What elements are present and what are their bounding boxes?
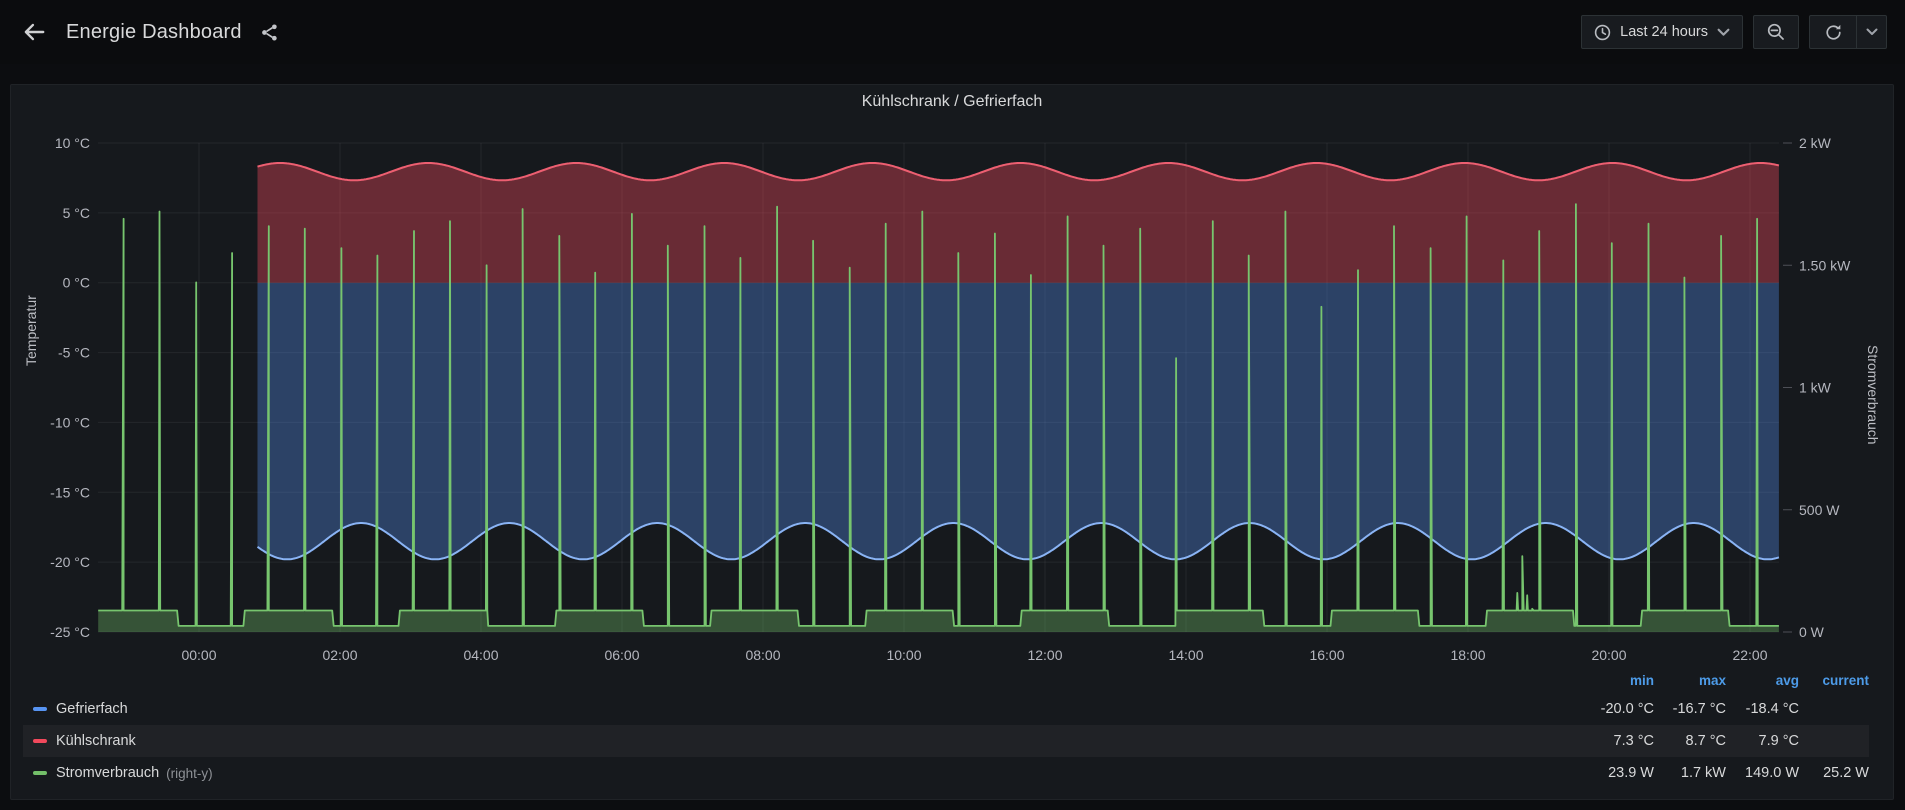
legend-value-gefrierfach-min: -20.0 °C (1600, 701, 1654, 717)
time-range-label: Last 24 hours (1620, 24, 1708, 40)
legend-swatch-gefrierfach (33, 707, 47, 711)
y-right-tick-label: 1.50 kW (1799, 257, 1851, 273)
y-axis-right-label: Stromverbrauch (1865, 345, 1881, 445)
x-tick-label: 22:00 (1732, 647, 1767, 663)
top-navigation-bar: Energie Dashboard Last 24 hours (0, 0, 1905, 64)
clock-icon (1594, 24, 1611, 40)
share-dashboard-button[interactable] (260, 23, 279, 42)
back-button[interactable] (14, 12, 54, 52)
topbar-controls: Last 24 hours (1581, 15, 1895, 49)
y-left-tick-label: -20 °C (50, 554, 90, 570)
x-tick-label: 20:00 (1591, 647, 1626, 663)
legend-header-current[interactable]: current (1799, 673, 1869, 688)
x-tick-label: 02:00 (322, 647, 357, 663)
arrow-left-icon (24, 23, 45, 41)
zoom-out-icon (1767, 23, 1784, 40)
x-tick-label: 06:00 (604, 647, 639, 663)
legend-series-gefrierfach[interactable]: Gefrierfach (56, 701, 128, 717)
chevron-down-icon (1717, 28, 1730, 36)
legend-series-stromverbrauch[interactable]: Stromverbrauch (56, 765, 159, 781)
time-range-picker[interactable]: Last 24 hours (1581, 15, 1743, 49)
y-left-tick-label: -10 °C (50, 414, 90, 430)
x-tick-label: 18:00 (1450, 647, 1485, 663)
zoom-out-time-button[interactable] (1753, 15, 1799, 49)
legend-value-stromverbrauch-avg: 149.0 W (1745, 765, 1799, 781)
panel-title[interactable]: Kühlschrank / Gefrierfach (11, 85, 1893, 119)
legend-table: min max avg current Gefrierfach -20.0 °C -16.7… (23, 667, 1869, 789)
legend-header-row: min max avg current (23, 667, 1869, 693)
series-area-khlschrank (257, 163, 1779, 283)
y-axis-left-label: Temperatur (23, 295, 39, 367)
legend-value-stromverbrauch-max: 1.7 kW (1680, 765, 1726, 781)
y-left-tick-label: -5 °C (58, 345, 90, 361)
dashboard-title: Energie Dashboard (66, 20, 242, 43)
refresh-icon (1825, 24, 1841, 40)
y-left-tick-label: -15 °C (50, 484, 90, 500)
x-tick-label: 00:00 (181, 647, 216, 663)
legend-value-khlschrank-max: 8.7 °C (1685, 733, 1726, 749)
legend-value-khlschrank-min: 7.3 °C (1613, 733, 1654, 749)
y-right-tick-label: 2 kW (1799, 135, 1832, 151)
legend-row-stromverbrauch: Stromverbrauch (right-y) 23.9 W 1.7 kW 149.0… (23, 757, 1869, 789)
y-left-tick-label: 5 °C (63, 205, 90, 221)
x-tick-label: 12:00 (1027, 647, 1062, 663)
y-right-tick-label: 0 W (1799, 624, 1825, 640)
legend-header-max[interactable]: max (1654, 673, 1726, 688)
y-left-tick-label: -25 °C (50, 624, 90, 640)
legend-header-avg[interactable]: avg (1726, 673, 1799, 688)
legend-header-min[interactable]: min (1559, 673, 1654, 688)
legend-row-gefrierfach: Gefrierfach -20.0 °C -16.7 °C -18.4 °C (23, 693, 1869, 725)
refresh-button-group (1809, 15, 1887, 49)
timeseries-chart[interactable]: 00:00 02:00 04:00 06:00 08:00 10:00 12:00 14:00… (11, 121, 1895, 666)
share-alt-icon (261, 23, 277, 41)
x-tick-label: 14:00 (1168, 647, 1203, 663)
legend-value-gefrierfach-avg: -18.4 °C (1745, 701, 1799, 717)
legend-value-khlschrank-avg: 7.9 °C (1758, 733, 1799, 749)
timeseries-panel: Kühlschrank / Gefrierfach 00:00 02:00 04:0… (10, 84, 1894, 800)
legend-series-khlschrank[interactable]: Kühlschrank (56, 733, 136, 749)
legend-series-axis-suffix: (right-y) (166, 765, 213, 781)
legend-swatch-stromverbrauch (33, 771, 47, 775)
y-right-tick-label: 500 W (1799, 502, 1840, 518)
y-left-tick-label: 0 °C (63, 275, 90, 291)
legend-swatch-khlschrank (33, 739, 47, 743)
y-left-tick-label: 10 °C (55, 135, 90, 151)
legend-value-stromverbrauch-current: 25.2 W (1823, 765, 1869, 781)
grafana-dashboard: { "header": { "title": "Energie Dashboar… (0, 0, 1905, 810)
x-tick-label: 10:00 (886, 647, 921, 663)
legend-value-gefrierfach-max: -16.7 °C (1672, 701, 1726, 717)
chevron-down-icon (1866, 28, 1877, 35)
refresh-interval-dropdown[interactable] (1856, 16, 1886, 48)
x-tick-label: 16:00 (1309, 647, 1344, 663)
x-tick-label: 08:00 (745, 647, 780, 663)
legend-row-khlschrank: Kühlschrank 7.3 °C 8.7 °C 7.9 °C (23, 725, 1869, 757)
legend-value-stromverbrauch-min: 23.9 W (1608, 765, 1654, 781)
refresh-dashboard-button[interactable] (1810, 16, 1856, 48)
y-right-tick-label: 1 kW (1799, 380, 1832, 396)
x-tick-label: 04:00 (463, 647, 498, 663)
